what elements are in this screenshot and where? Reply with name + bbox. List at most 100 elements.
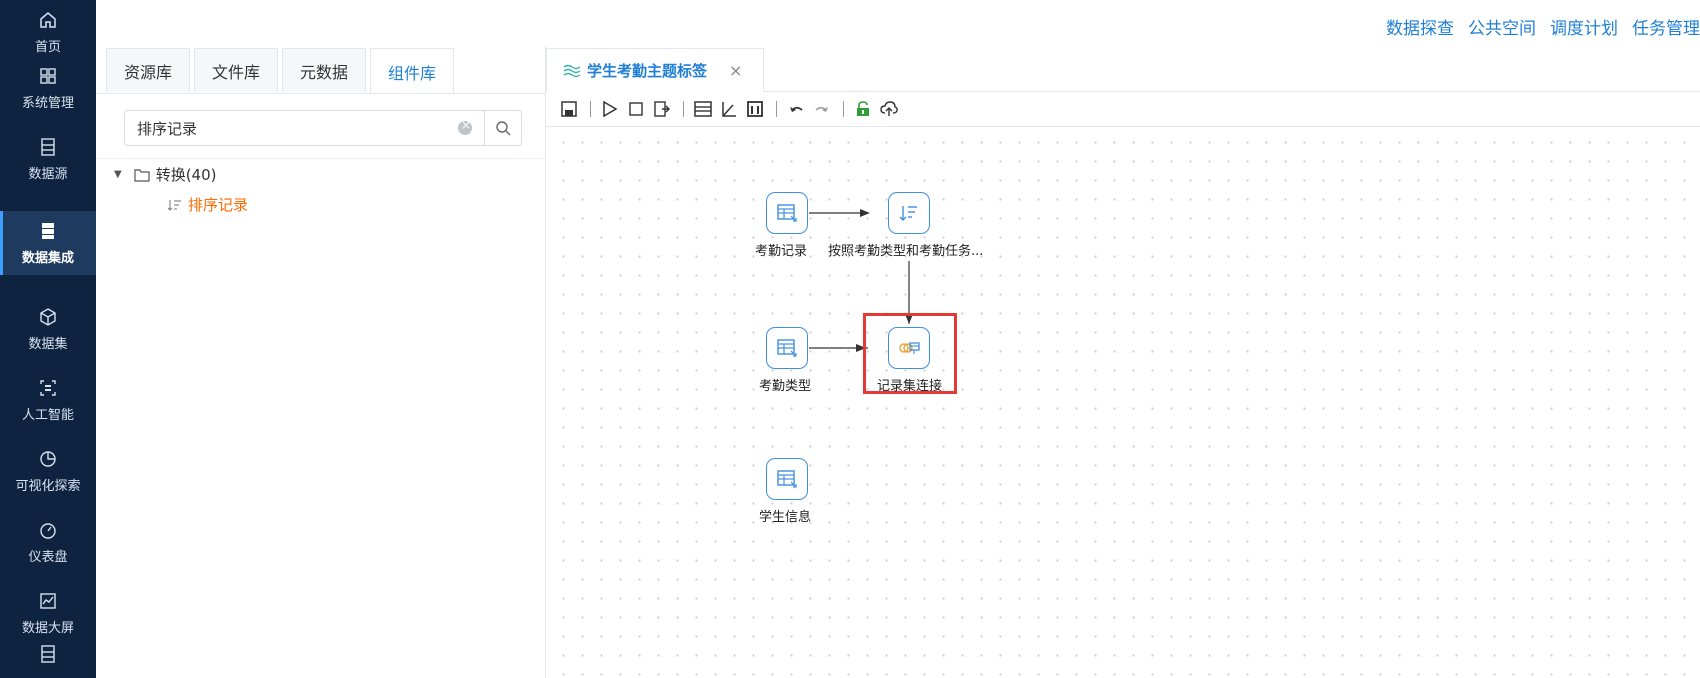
preview-button[interactable] bbox=[651, 98, 673, 120]
tab-title: 学生考勤主题标签 bbox=[587, 62, 708, 80]
search-icon bbox=[496, 121, 511, 136]
nav-item-datasource[interactable]: 数据源 bbox=[0, 127, 96, 191]
clear-icon[interactable] bbox=[458, 118, 472, 135]
join-icon bbox=[899, 342, 920, 354]
panel-tabs: 资源库 文件库 元数据 组件库 bbox=[106, 48, 458, 94]
play-icon bbox=[603, 101, 618, 117]
nav-item-home[interactable]: 首页 bbox=[0, 0, 96, 64]
lock-button[interactable] bbox=[852, 98, 874, 120]
top-link-task-manage[interactable]: 任务管理 bbox=[1632, 14, 1700, 39]
nav-item-system[interactable]: 系统管理 bbox=[0, 56, 96, 120]
save-icon bbox=[561, 101, 577, 117]
tab-student-attendance[interactable]: 学生考勤主题标签 × bbox=[546, 48, 764, 92]
toolbar-separator bbox=[776, 101, 777, 117]
database-icon bbox=[41, 137, 55, 156]
nav-item-dashboard[interactable]: 仪表盘 bbox=[0, 510, 96, 574]
nav-item-ai[interactable]: 人工智能 bbox=[0, 368, 96, 432]
node-label: 考勤类型 bbox=[759, 379, 812, 394]
nav-label: 数据集 bbox=[28, 336, 68, 352]
nav-label: 系统管理 bbox=[21, 95, 74, 111]
tree-node-label: 转换(40) bbox=[155, 166, 217, 184]
database-icon bbox=[41, 645, 55, 663]
node-attendance-record[interactable] bbox=[766, 192, 808, 234]
tree-item-sort-records[interactable]: 排序记录 bbox=[168, 194, 248, 215]
arrowhead bbox=[860, 209, 870, 217]
layout-button[interactable] bbox=[744, 98, 766, 120]
node-label: 考勤记录 bbox=[755, 244, 808, 259]
nav-item-dataset[interactable]: 数据集 bbox=[0, 297, 96, 361]
nav-label: 数据大屏 bbox=[21, 620, 74, 636]
home-icon bbox=[40, 11, 56, 28]
table-icon bbox=[694, 101, 712, 117]
tab-file-lib[interactable]: 文件库 bbox=[194, 48, 278, 92]
editor-toolbar bbox=[546, 92, 1700, 127]
panel-divider bbox=[96, 158, 545, 159]
undo-button[interactable] bbox=[785, 98, 807, 120]
sort-icon bbox=[168, 199, 181, 211]
top-bar: 数据探查 公共空间 调度计划 任务管理 bbox=[96, 0, 1700, 47]
tab-component-lib[interactable]: 组件库 bbox=[370, 48, 454, 94]
undo-icon bbox=[790, 106, 803, 112]
tab-resource-lib[interactable]: 资源库 bbox=[106, 48, 190, 92]
angle-icon bbox=[722, 102, 736, 117]
design-canvas[interactable]: 考勤记录 按照考勤类型和考勤任务... 考勤类型 记录集连接 学生信息 bbox=[546, 127, 1700, 678]
top-link-data-explore[interactable]: 数据探查 bbox=[1386, 14, 1454, 39]
caret-down-icon[interactable]: ▼ bbox=[114, 169, 122, 180]
table-button[interactable] bbox=[692, 98, 714, 120]
component-search bbox=[124, 110, 522, 146]
align-button[interactable] bbox=[718, 98, 740, 120]
redo-icon bbox=[815, 106, 828, 112]
search-input[interactable] bbox=[125, 112, 458, 144]
scan-icon bbox=[40, 379, 56, 396]
save-button[interactable] bbox=[558, 98, 580, 120]
tabs-divider bbox=[96, 93, 545, 94]
node-attendance-type[interactable] bbox=[766, 327, 808, 369]
toolbar-separator bbox=[590, 101, 591, 117]
server-icon bbox=[42, 222, 54, 239]
redo-button[interactable] bbox=[811, 98, 833, 120]
layout-icon bbox=[747, 101, 763, 117]
sort-icon bbox=[899, 206, 917, 221]
nav-item-data-integration[interactable]: 数据集成 bbox=[0, 211, 96, 275]
nav-item-more[interactable] bbox=[0, 640, 96, 678]
stop-button[interactable] bbox=[625, 98, 647, 120]
table-input-icon bbox=[777, 339, 797, 357]
top-links: 数据探查 公共空间 调度计划 任务管理 bbox=[1386, 14, 1700, 39]
tree-node-transform[interactable]: ▼ 转换(40) bbox=[114, 164, 217, 185]
node-sort-records[interactable] bbox=[888, 192, 930, 234]
node-record-join[interactable] bbox=[888, 327, 930, 369]
cube-icon bbox=[40, 307, 56, 326]
search-button[interactable] bbox=[484, 111, 521, 145]
connector-layer bbox=[809, 209, 913, 352]
toolbar-separator bbox=[843, 101, 844, 117]
toolbar-separator bbox=[683, 101, 684, 117]
node-student-info[interactable] bbox=[766, 458, 808, 500]
node-label: 按照考勤类型和考勤任务... bbox=[828, 244, 984, 259]
cloud-upload-icon bbox=[880, 101, 898, 116]
publish-button[interactable] bbox=[878, 98, 900, 120]
nav-label: 数据集成 bbox=[21, 250, 74, 266]
stop-icon bbox=[629, 102, 643, 116]
nav-label: 数据源 bbox=[28, 166, 68, 182]
nav-label: 可视化探索 bbox=[15, 478, 81, 494]
run-button[interactable] bbox=[599, 98, 621, 120]
table-input-icon bbox=[777, 470, 797, 488]
pie-icon bbox=[40, 450, 56, 467]
grid-icon bbox=[40, 67, 56, 84]
folder-icon bbox=[134, 168, 150, 182]
nav-item-visual-explore[interactable]: 可视化探索 bbox=[0, 439, 96, 503]
tab-metadata[interactable]: 元数据 bbox=[282, 48, 366, 92]
top-link-public-space[interactable]: 公共空间 bbox=[1468, 14, 1536, 39]
component-panel: 资源库 文件库 元数据 组件库 ▼ 转换(40) 排序记录 bbox=[96, 46, 546, 678]
editor-area: 学生考勤主题标签 × 考勤记录 按照考勤类型和考勤任务... 考勤类型 记录集连… bbox=[546, 46, 1700, 678]
gauge-icon bbox=[40, 522, 56, 539]
trend-icon bbox=[40, 592, 56, 609]
transform-icon bbox=[563, 64, 581, 77]
top-link-schedule-plan[interactable]: 调度计划 bbox=[1550, 14, 1618, 39]
table-input-icon bbox=[777, 204, 797, 222]
preview-icon bbox=[654, 101, 670, 117]
nav-item-big-screen[interactable]: 数据大屏 bbox=[0, 581, 96, 645]
node-label: 记录集连接 bbox=[877, 379, 943, 394]
close-icon[interactable]: × bbox=[729, 61, 742, 80]
nav-label: 人工智能 bbox=[21, 407, 74, 423]
